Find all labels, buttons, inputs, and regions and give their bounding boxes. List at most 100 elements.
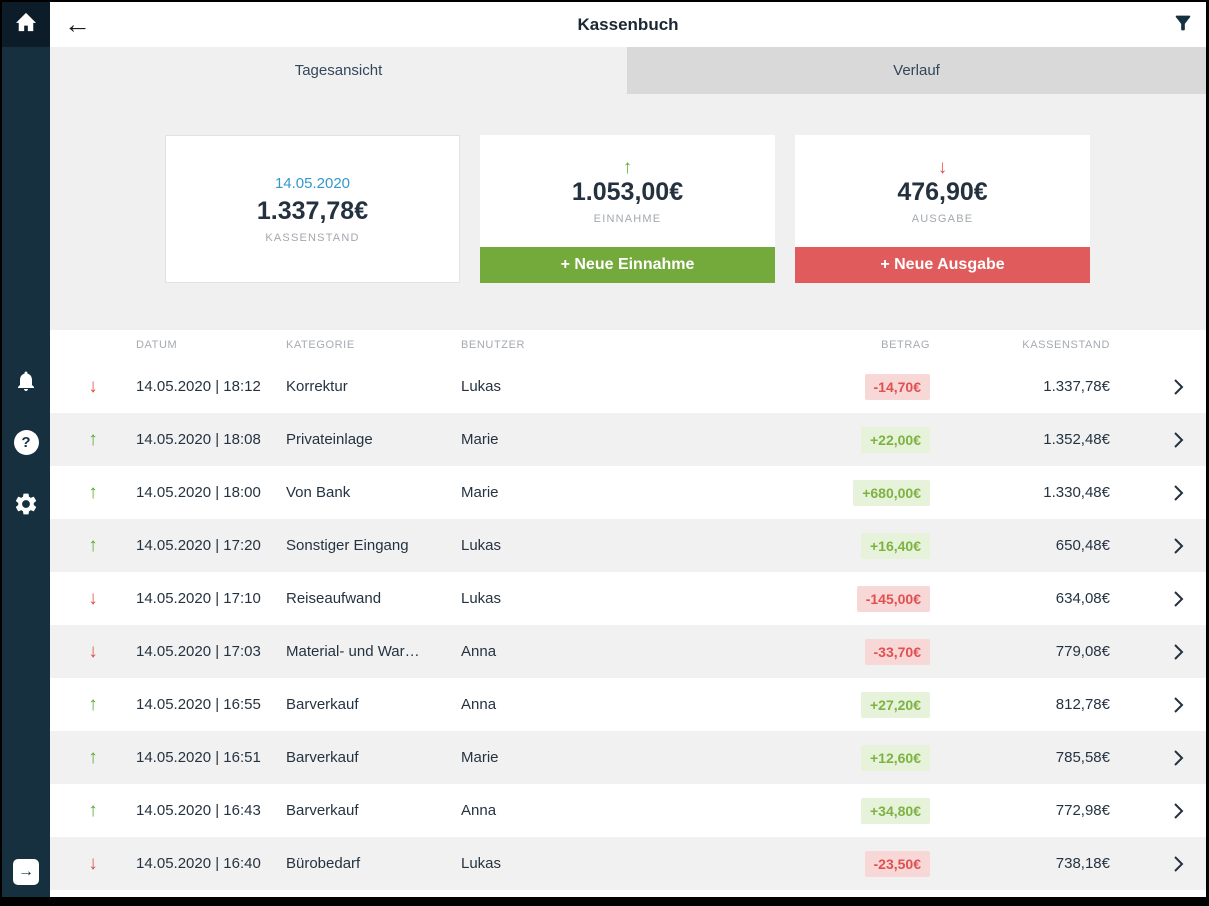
arrow-down-icon: ↓ bbox=[938, 158, 948, 178]
row-balance: 650,48€ bbox=[960, 537, 1150, 554]
arrow-down-icon: ↓ bbox=[50, 641, 136, 663]
row-datetime: 14.05.2020 | 17:10 bbox=[136, 590, 286, 607]
row-datetime: 14.05.2020 | 18:12 bbox=[136, 378, 286, 395]
amount-badge: +16,40€ bbox=[861, 533, 930, 559]
chevron-right-icon[interactable] bbox=[1150, 643, 1206, 661]
row-category: Korrektur bbox=[286, 378, 461, 395]
chevron-right-icon[interactable] bbox=[1150, 802, 1206, 820]
header-datum: DATUM bbox=[136, 339, 286, 351]
header-kategorie: KATEGORIE bbox=[286, 339, 461, 351]
row-balance: 1.352,48€ bbox=[960, 431, 1150, 448]
row-category: Von Bank bbox=[286, 484, 461, 501]
row-datetime: 14.05.2020 | 18:08 bbox=[136, 431, 286, 448]
row-user: Lukas bbox=[461, 855, 810, 872]
home-icon bbox=[15, 12, 37, 37]
main-area: ← Kassenbuch Tagesansicht Verlauf 14.05.… bbox=[50, 2, 1206, 897]
chevron-right-icon[interactable] bbox=[1150, 378, 1206, 396]
table-row[interactable]: ↑ 14.05.2020 | 18:00 Von Bank Marie +680… bbox=[50, 466, 1206, 519]
arrow-down-icon: ↓ bbox=[50, 588, 136, 610]
row-category: Barverkauf bbox=[286, 749, 461, 766]
expense-card: ↓ 476,90€ AUSGABE + Neue Ausgabe bbox=[795, 135, 1090, 283]
arrow-down-icon: ↓ bbox=[50, 376, 136, 398]
header-benutzer: BENUTZER bbox=[461, 339, 810, 351]
help-button[interactable]: ? bbox=[2, 430, 50, 455]
row-balance: 785,58€ bbox=[960, 749, 1150, 766]
new-income-button[interactable]: + Neue Einnahme bbox=[480, 247, 775, 283]
filter-button[interactable] bbox=[1172, 12, 1194, 39]
row-user: Marie bbox=[461, 431, 810, 448]
balance-label: KASSENSTAND bbox=[265, 232, 359, 244]
table-row[interactable]: ↓ 14.05.2020 | 17:03 Material- und War… … bbox=[50, 625, 1206, 678]
row-datetime: 14.05.2020 | 18:00 bbox=[136, 484, 286, 501]
chevron-right-icon[interactable] bbox=[1150, 855, 1206, 873]
amount-badge: +34,80€ bbox=[861, 798, 930, 824]
amount-badge: +22,00€ bbox=[861, 427, 930, 453]
row-balance: 634,08€ bbox=[960, 590, 1150, 607]
table-row[interactable]: ↓ 14.05.2020 | 17:10 Reiseaufwand Lukas … bbox=[50, 572, 1206, 625]
filter-funnel-icon bbox=[1172, 21, 1194, 38]
row-user: Lukas bbox=[461, 537, 810, 554]
logout-button[interactable]: → bbox=[2, 859, 50, 885]
row-category: Privateinlage bbox=[286, 431, 461, 448]
home-button[interactable] bbox=[2, 2, 50, 47]
row-balance: 1.337,78€ bbox=[960, 378, 1150, 395]
row-datetime: 14.05.2020 | 17:03 bbox=[136, 643, 286, 660]
row-datetime: 14.05.2020 | 16:55 bbox=[136, 696, 286, 713]
chevron-right-icon[interactable] bbox=[1150, 431, 1206, 449]
sidebar: ? → bbox=[2, 2, 50, 897]
row-user: Anna bbox=[461, 696, 810, 713]
chevron-right-icon[interactable] bbox=[1150, 537, 1206, 555]
row-category: Material- und War… bbox=[286, 643, 461, 660]
table-row[interactable]: ↑ 14.05.2020 | 16:55 Barverkauf Anna +27… bbox=[50, 678, 1206, 731]
row-category: Barverkauf bbox=[286, 802, 461, 819]
arrow-up-icon: ↑ bbox=[50, 535, 136, 557]
arrow-up-icon: ↑ bbox=[623, 158, 633, 178]
top-bar: ← Kassenbuch bbox=[50, 2, 1206, 47]
help-icon: ? bbox=[14, 430, 39, 455]
table-row[interactable]: ↑ 14.05.2020 | 17:20 Sonstiger Eingang L… bbox=[50, 519, 1206, 572]
table-row[interactable]: ↑ 14.05.2020 | 18:08 Privateinlage Marie… bbox=[50, 413, 1206, 466]
row-category: Sonstiger Eingang bbox=[286, 537, 461, 554]
table-row[interactable]: ↑ 14.05.2020 | 16:51 Barverkauf Marie +1… bbox=[50, 731, 1206, 784]
income-card: ↑ 1.053,00€ EINNAHME + Neue Einnahme bbox=[480, 135, 775, 283]
transactions-table: DATUM KATEGORIE BENUTZER BETRAG KASSENST… bbox=[50, 330, 1206, 897]
amount-badge: +12,60€ bbox=[861, 745, 930, 771]
arrow-up-icon: ↑ bbox=[50, 694, 136, 716]
chevron-right-icon[interactable] bbox=[1150, 590, 1206, 608]
row-user: Anna bbox=[461, 802, 810, 819]
chevron-right-icon[interactable] bbox=[1150, 696, 1206, 714]
row-balance: 779,08€ bbox=[960, 643, 1150, 660]
row-datetime: 14.05.2020 | 16:51 bbox=[136, 749, 286, 766]
row-category: Barverkauf bbox=[286, 696, 461, 713]
arrow-up-icon: ↑ bbox=[50, 747, 136, 769]
chevron-right-icon[interactable] bbox=[1150, 484, 1206, 502]
expense-label: AUSGABE bbox=[912, 213, 974, 225]
table-row[interactable]: ↑ 14.05.2020 | 16:43 Barverkauf Anna +34… bbox=[50, 784, 1206, 837]
income-amount: 1.053,00€ bbox=[572, 178, 683, 207]
amount-badge: +680,00€ bbox=[853, 480, 930, 506]
logout-icon: → bbox=[13, 859, 39, 885]
tab-tagesansicht[interactable]: Tagesansicht bbox=[50, 47, 627, 94]
tab-verlauf[interactable]: Verlauf bbox=[627, 47, 1206, 94]
income-label: EINNAHME bbox=[594, 213, 662, 225]
notifications-button[interactable] bbox=[2, 368, 50, 399]
settings-button[interactable] bbox=[2, 491, 50, 522]
balance-date: 14.05.2020 bbox=[275, 175, 350, 192]
row-datetime: 14.05.2020 | 17:20 bbox=[136, 537, 286, 554]
amount-badge: +27,20€ bbox=[861, 692, 930, 718]
expense-amount: 476,90€ bbox=[897, 178, 987, 207]
new-expense-button[interactable]: + Neue Ausgabe bbox=[795, 247, 1090, 283]
app-window: ? → ← Kassenbuch Tagesansicht Verlauf bbox=[2, 2, 1206, 897]
table-row[interactable]: ↓ 14.05.2020 | 18:12 Korrektur Lukas -14… bbox=[50, 360, 1206, 413]
balance-card: 14.05.2020 1.337,78€ KASSENSTAND bbox=[165, 135, 460, 283]
content: 14.05.2020 1.337,78€ KASSENSTAND ↑ 1.053… bbox=[50, 94, 1206, 897]
row-user: Marie bbox=[461, 749, 810, 766]
row-user: Marie bbox=[461, 484, 810, 501]
table-row[interactable]: ↓ 14.05.2020 | 16:40 Bürobedarf Lukas -2… bbox=[50, 837, 1206, 890]
row-balance: 1.330,48€ bbox=[960, 484, 1150, 501]
arrow-up-icon: ↑ bbox=[50, 800, 136, 822]
row-user: Anna bbox=[461, 643, 810, 660]
row-category: Reiseaufwand bbox=[286, 590, 461, 607]
chevron-right-icon[interactable] bbox=[1150, 749, 1206, 767]
gear-icon bbox=[13, 491, 39, 522]
